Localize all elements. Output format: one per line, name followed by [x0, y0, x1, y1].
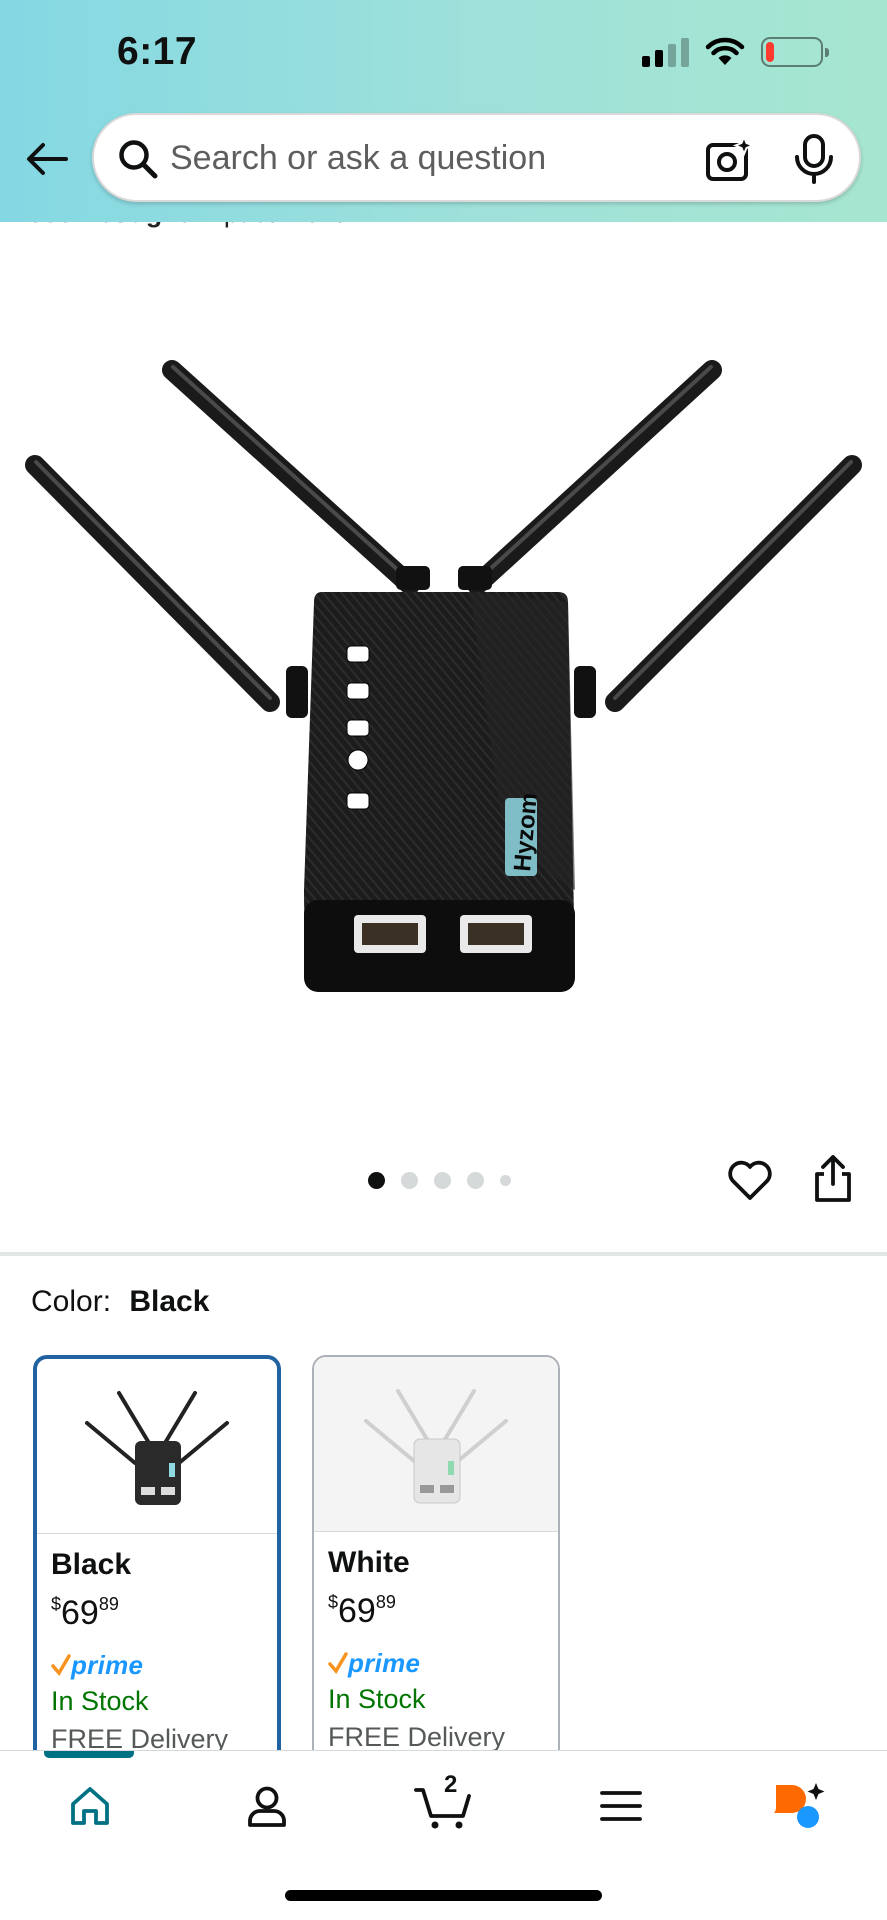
extender-body: Hyzom [304, 592, 575, 992]
search-icon [119, 140, 158, 179]
cart-count-badge: 2 [444, 1771, 458, 1798]
prime-check-icon [328, 1652, 348, 1674]
variant-name: Black [51, 1548, 132, 1581]
antenna-left-outer [25, 455, 308, 718]
status-time: 6:17 [117, 30, 198, 73]
antenna-right-outer [574, 455, 862, 718]
price-currency: $ [51, 1594, 62, 1614]
nav-home[interactable] [1, 1751, 178, 1861]
stock-status: In Stock [328, 1684, 426, 1714]
delivery-info: FREE Delivery [328, 1722, 506, 1752]
prime-label: prime [348, 1647, 421, 1678]
camera-search-button[interactable] [704, 134, 756, 185]
microphone-icon [795, 134, 833, 184]
voice-search-button[interactable] [791, 133, 837, 185]
carousel-dot-5[interactable] [500, 1175, 511, 1186]
color-selector-label: Color: Black [31, 1285, 209, 1319]
prime-badge: prime [328, 1646, 544, 1680]
color-selected-value: Black [129, 1285, 210, 1318]
variant-thumbnail-black [37, 1359, 277, 1534]
carousel-dot-2[interactable] [401, 1172, 418, 1189]
share-button[interactable] [812, 1154, 854, 1204]
home-icon [70, 1787, 109, 1825]
search-bar[interactable] [92, 113, 861, 202]
antenna-left-inner [162, 360, 430, 595]
price-currency: $ [328, 1592, 339, 1612]
home-indicator [285, 1890, 602, 1901]
variant-image-white [364, 1389, 508, 1504]
app-header: 6:17 [0, 0, 887, 222]
variant-card-black[interactable]: Black $6989 prime In Stock FREE Delivery [33, 1355, 281, 1775]
share-icon [815, 1155, 851, 1202]
nav-rufus-ai[interactable] [709, 1751, 886, 1861]
heart-icon [728, 1160, 772, 1200]
variant-price: $6989 [328, 1592, 544, 1636]
status-icons [642, 34, 829, 70]
section-divider [0, 1252, 887, 1256]
nav-menu[interactable] [532, 1751, 709, 1861]
variant-price: $6989 [51, 1594, 263, 1638]
person-icon [247, 1786, 286, 1827]
prime-check-icon [51, 1654, 71, 1676]
wifi-icon [705, 37, 745, 65]
back-button[interactable] [22, 134, 72, 184]
price-whole: 69 [338, 1592, 376, 1630]
nav-account[interactable] [178, 1751, 355, 1861]
price-cents: 89 [375, 1592, 396, 1612]
prime-badge: prime [51, 1648, 263, 1682]
carousel-dot-4[interactable] [467, 1172, 484, 1189]
camera-sparkle-icon [706, 134, 756, 181]
stock-status: In Stock [51, 1686, 149, 1716]
nav-cart[interactable]: 2 [355, 1751, 532, 1861]
variant-image-black [85, 1391, 229, 1505]
cellular-signal-icon [642, 37, 689, 67]
variant-card-white[interactable]: White $6989 prime In Stock FREE Delivery [312, 1355, 560, 1775]
antenna-right-inner [458, 360, 722, 595]
arrow-left-icon [27, 143, 68, 175]
variant-name: White [328, 1546, 410, 1579]
add-to-wishlist-button[interactable] [726, 1156, 774, 1204]
carousel-dot-1[interactable] [368, 1172, 385, 1189]
wifi-extender-product-photo: Hyzom [25, 360, 862, 992]
prime-label: prime [71, 1649, 144, 1680]
image-carousel-dots [368, 1172, 511, 1189]
search-input[interactable] [170, 133, 690, 183]
battery-icon [761, 37, 829, 67]
carousel-dot-3[interactable] [434, 1172, 451, 1189]
battery-level [766, 42, 774, 62]
variant-thumbnail-white [314, 1357, 558, 1532]
hamburger-menu-icon [599, 1791, 642, 1821]
rufus-ai-assistant-icon [773, 1783, 824, 1828]
price-whole: 69 [61, 1594, 99, 1632]
product-image[interactable]: Hyzom [0, 340, 887, 1000]
price-cents: 89 [98, 1594, 119, 1614]
color-label: Color: [31, 1285, 112, 1318]
